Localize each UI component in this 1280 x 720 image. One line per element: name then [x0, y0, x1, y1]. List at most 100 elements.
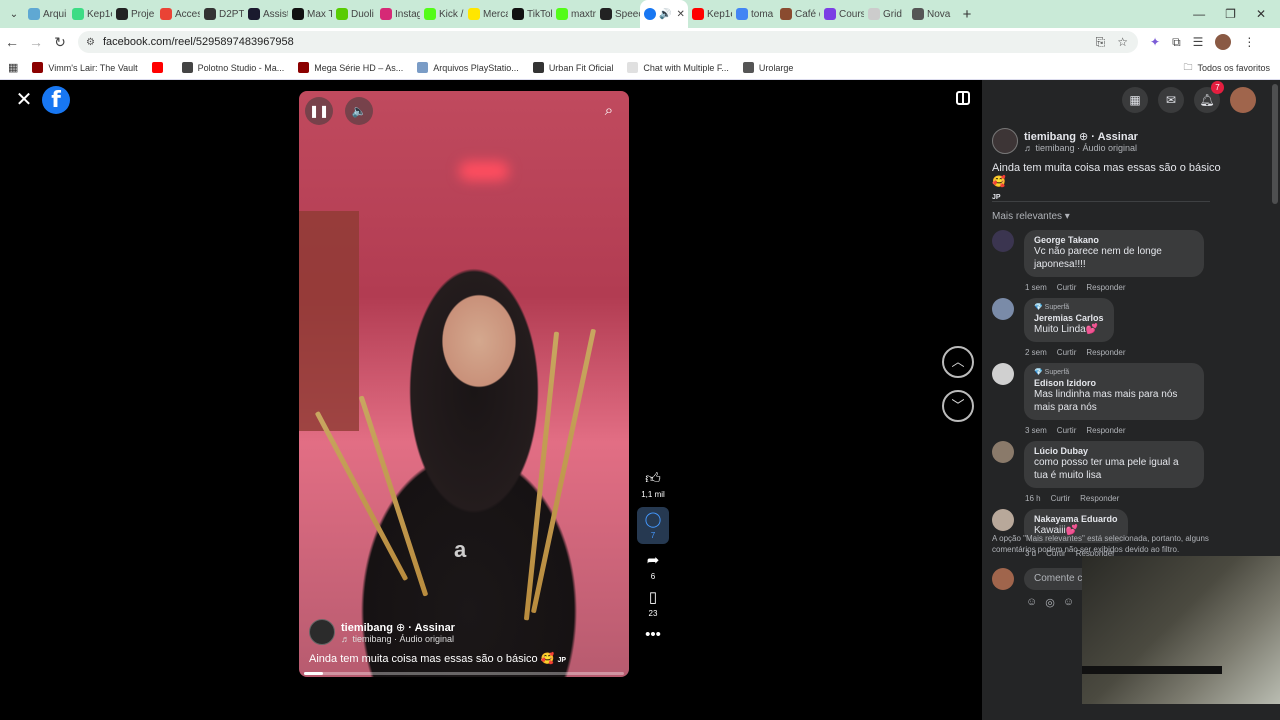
- browser-tab[interactable]: toma: [732, 2, 776, 26]
- commenter-avatar[interactable]: [992, 298, 1014, 320]
- new-tab-button[interactable]: +: [956, 6, 978, 23]
- commenter-name[interactable]: Nakayama Eduardo: [1034, 514, 1118, 524]
- pause-icon[interactable]: ❚❚: [305, 97, 333, 125]
- comment-like-button[interactable]: Curtir: [1057, 348, 1077, 357]
- menu-grid-icon[interactable]: ▦: [1122, 87, 1148, 113]
- all-bookmarks-button[interactable]: 🗀 Todos os favoritos: [1183, 60, 1280, 76]
- browser-tab[interactable]: Grid: [864, 2, 908, 26]
- bookmark-item[interactable]: Mega Série HD – As...: [298, 62, 403, 73]
- browser-tab[interactable]: Nova: [908, 2, 952, 26]
- account-avatar[interactable]: [1230, 87, 1256, 113]
- bookmark-item[interactable]: Arquivos PlayStatio...: [417, 62, 519, 73]
- browser-tab[interactable]: Kick /: [420, 2, 464, 26]
- reel-video[interactable]: ❚❚ 🔈 ⌕ a tiemibang ⊕ · Assinar ♬ tiemiba…: [299, 91, 629, 677]
- search-icon[interactable]: ⌕: [595, 97, 623, 125]
- browser-tab[interactable]: Kep1e: [688, 2, 732, 26]
- install-app-icon[interactable]: ⎘: [1096, 35, 1106, 50]
- comment-reply-button[interactable]: Responder: [1080, 494, 1119, 503]
- bookmark-star-icon[interactable]: ☆: [1117, 35, 1128, 50]
- author-avatar[interactable]: [309, 619, 335, 645]
- messenger-icon[interactable]: ✉: [1158, 87, 1184, 113]
- browser-menu-icon[interactable]: ⋮: [1243, 35, 1255, 49]
- post-author-avatar[interactable]: [992, 128, 1018, 154]
- browser-tab[interactable]: Kep1e: [68, 2, 112, 26]
- comment-time[interactable]: 3 sem: [1025, 426, 1047, 435]
- bookmark-item[interactable]: Urolarge: [742, 62, 793, 73]
- comment-reply-button[interactable]: Responder: [1086, 426, 1125, 435]
- panel-scrollbar[interactable]: [1272, 84, 1278, 204]
- commenter-avatar[interactable]: [992, 509, 1014, 531]
- audio-link[interactable]: ♬ tiemibang · Áudio original: [341, 634, 455, 644]
- video-progress-bar[interactable]: [304, 672, 624, 675]
- close-icon[interactable]: ✕: [14, 90, 34, 110]
- share-button[interactable]: ➦ 6: [637, 552, 669, 581]
- forward-icon[interactable]: →: [24, 34, 48, 50]
- post-author-name[interactable]: tiemibang: [1024, 131, 1076, 143]
- bookmark-item[interactable]: [151, 62, 168, 73]
- emoji-icon[interactable]: ☺: [1063, 596, 1074, 609]
- apps-grid-icon[interactable]: ▦: [8, 61, 18, 74]
- comment-time[interactable]: 2 sem: [1025, 348, 1047, 357]
- browser-tab[interactable]: Café d: [776, 2, 820, 26]
- browser-tab[interactable]: Arqui: [24, 2, 68, 26]
- comment-like-button[interactable]: Curtir: [1051, 494, 1071, 503]
- post-subscribe-link[interactable]: · Assinar: [1091, 131, 1138, 143]
- tab-search-chevron-icon[interactable]: ⌄: [4, 4, 24, 24]
- collapse-panel-icon[interactable]: [956, 91, 970, 105]
- bookmark-item[interactable]: Chat with Multiple F...: [627, 62, 729, 73]
- address-bar[interactable]: ⚙ facebook.com/reel/5295897483967958 ⎘ ☆: [78, 31, 1138, 53]
- like-button[interactable]: 👍︎ 1,1 mil: [637, 470, 669, 499]
- profile-avatar[interactable]: [1215, 34, 1232, 50]
- audio-playing-icon[interactable]: 🔊: [659, 9, 671, 20]
- notifications-bell-icon[interactable]: 🔔︎ 7: [1194, 81, 1224, 113]
- avatar-sticker-icon[interactable]: ☺︎: [1026, 596, 1037, 609]
- comment-time[interactable]: 1 sem: [1025, 283, 1047, 292]
- sort-dropdown[interactable]: Mais relevantes ▾: [992, 211, 1070, 222]
- browser-tab[interactable]: Acces: [156, 2, 200, 26]
- post-audio-link[interactable]: ♬ tiemibang · Áudio original: [1024, 143, 1138, 153]
- extensions-puzzle-icon[interactable]: ⧉: [1172, 35, 1181, 50]
- comment-reply-button[interactable]: Responder: [1086, 283, 1125, 292]
- more-options-button[interactable]: •••: [637, 626, 669, 644]
- gif-icon[interactable]: ◎: [1045, 596, 1055, 609]
- commenter-avatar[interactable]: [992, 230, 1014, 252]
- minimize-icon[interactable]: —: [1193, 7, 1205, 21]
- comment-time[interactable]: 16 h: [1025, 494, 1041, 503]
- bookmark-item[interactable]: Polotno Studio - Ma...: [181, 62, 284, 73]
- tab-active-facebook[interactable]: 🔊 ✕: [640, 0, 688, 28]
- comment-like-button[interactable]: Curtir: [1057, 426, 1077, 435]
- comment-button[interactable]: ◯ 7: [637, 507, 669, 544]
- browser-tab[interactable]: Instag: [376, 2, 420, 26]
- commenter-name[interactable]: Edison Izidoro: [1034, 378, 1194, 388]
- commenter-name[interactable]: George Takano: [1034, 235, 1194, 245]
- commenter-name[interactable]: Lúcio Dubay: [1034, 446, 1194, 456]
- browser-tab[interactable]: TikTok: [508, 2, 552, 26]
- commenter-name[interactable]: Jeremias Carlos: [1034, 313, 1104, 323]
- browser-tab[interactable]: D2PT: [200, 2, 244, 26]
- tab-groups-icon[interactable]: ☰: [1193, 35, 1204, 49]
- subscribe-link[interactable]: · Assinar: [408, 622, 455, 634]
- browser-tab[interactable]: Duoli: [332, 2, 376, 26]
- browser-tab[interactable]: Merca: [464, 2, 508, 26]
- browser-tab[interactable]: Max T: [288, 2, 332, 26]
- previous-reel-chevron-up-icon[interactable]: ︿: [942, 346, 974, 378]
- browser-tab[interactable]: Proje: [112, 2, 156, 26]
- browser-tab[interactable]: Speec: [596, 2, 640, 26]
- reload-icon[interactable]: ↻: [48, 34, 72, 51]
- browser-tab[interactable]: Cours: [820, 2, 864, 26]
- commenter-avatar[interactable]: [992, 363, 1014, 385]
- bookmark-item[interactable]: Vimm's Lair: The Vault: [32, 62, 138, 73]
- bookmark-item[interactable]: Urban Fit Oficial: [532, 62, 613, 73]
- extension-icon[interactable]: ✦: [1150, 35, 1160, 49]
- browser-tab[interactable]: maxtr: [552, 2, 596, 26]
- back-icon[interactable]: ←: [0, 34, 24, 50]
- facebook-logo-icon[interactable]: f: [42, 86, 70, 114]
- author-name[interactable]: tiemibang: [341, 622, 393, 634]
- save-button[interactable]: ▯ 23: [637, 589, 669, 618]
- site-info-icon[interactable]: ⚙: [86, 37, 95, 48]
- comment-like-button[interactable]: Curtir: [1057, 283, 1077, 292]
- next-reel-chevron-down-icon[interactable]: ﹀: [942, 390, 974, 422]
- close-window-icon[interactable]: ✕: [1256, 7, 1266, 21]
- comment-reply-button[interactable]: Responder: [1086, 348, 1125, 357]
- volume-icon[interactable]: 🔈: [345, 97, 373, 125]
